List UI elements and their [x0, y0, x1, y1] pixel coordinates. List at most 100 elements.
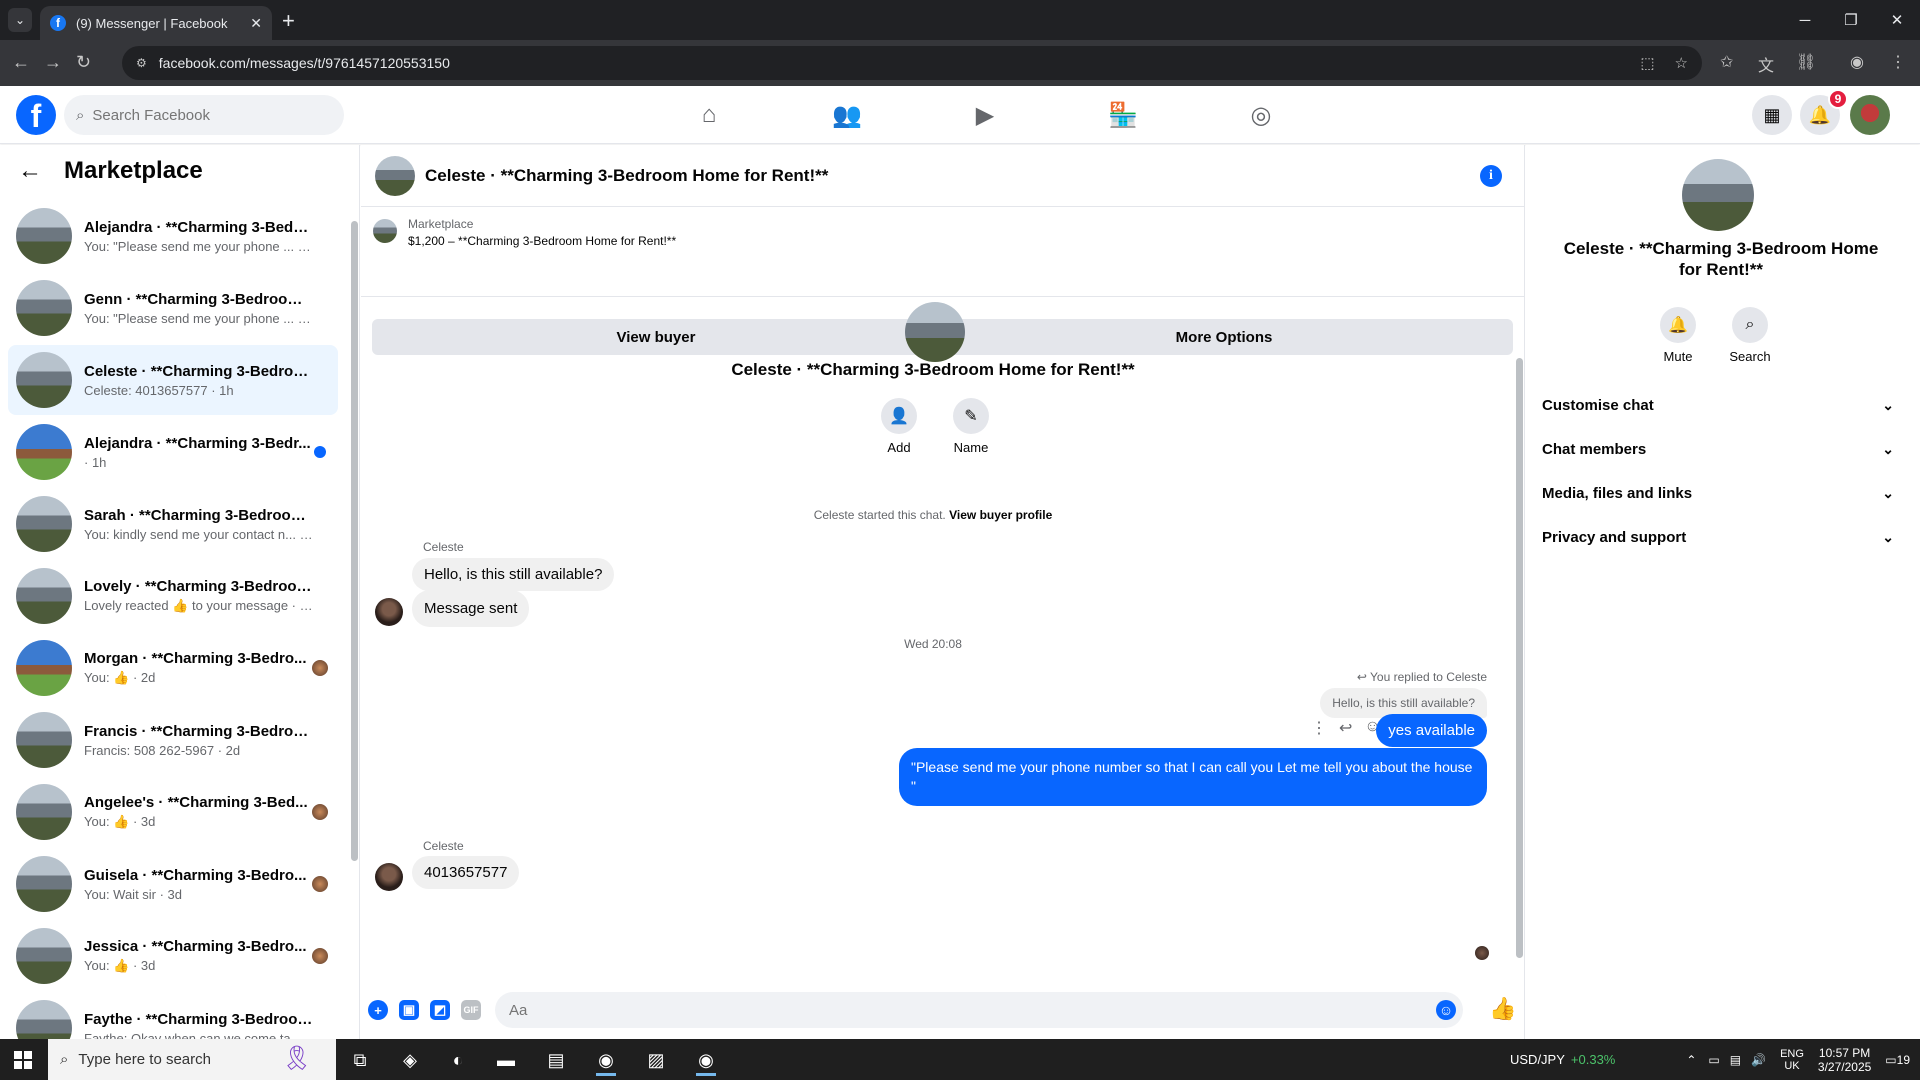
volume-icon[interactable]: 🔊: [1751, 1053, 1766, 1067]
back-arrow-icon[interactable]: ←: [18, 157, 42, 185]
menu-grid-icon[interactable]: ▦: [1752, 95, 1792, 135]
thumbs-up-icon[interactable]: 👍: [1489, 996, 1516, 1022]
windows-start-icon[interactable]: [14, 1051, 32, 1069]
minimize-icon[interactable]: ─: [1782, 0, 1828, 40]
task-view-icon[interactable]: ⧉: [340, 1044, 380, 1076]
reply-icon[interactable]: ↩: [1339, 718, 1352, 738]
message-input[interactable]: [495, 992, 1463, 1028]
gif-icon[interactable]: GIF: [461, 1000, 481, 1020]
awareness-ribbon-icon: 🎗: [281, 1045, 312, 1072]
facebook-logo-icon[interactable]: f: [16, 95, 56, 135]
listing-price[interactable]: $1,200 – **Charming 3-Bedroom Home for R…: [408, 234, 676, 248]
restore-icon[interactable]: ❐: [1828, 0, 1874, 40]
conversation-item[interactable]: Francis · **Charming 3-Bedroom... Francis…: [8, 705, 338, 775]
conversation-item[interactable]: Guisela · **Charming 3-Bedro... You: Wait…: [8, 849, 338, 919]
tab-search-chevron-icon[interactable]: ⌄: [8, 8, 32, 32]
chrome-icon[interactable]: ◉: [586, 1044, 626, 1076]
mute-action[interactable]: 🔔 Mute: [1648, 307, 1708, 364]
back-arrow-icon[interactable]: ←: [12, 52, 30, 73]
plus-icon[interactable]: +: [368, 1000, 388, 1020]
marketplace-icon[interactable]: 🏪: [1054, 86, 1192, 144]
chat-title[interactable]: Celeste · **Charming 3-Bedroom Home for …: [425, 166, 828, 186]
video-icon[interactable]: ▶: [916, 86, 1054, 144]
forward-arrow-icon[interactable]: →: [44, 52, 62, 73]
file-explorer-icon[interactable]: ▬: [486, 1044, 526, 1076]
emoji-icon[interactable]: ☺: [1436, 1000, 1456, 1020]
language-indicator[interactable]: ENG UK: [1780, 1048, 1804, 1072]
conversation-item[interactable]: Faythe · **Charming 3-Bedroom... Faythe: …: [8, 993, 338, 1039]
pencil-icon[interactable]: ✎: [953, 398, 989, 434]
view-buyer-profile-link[interactable]: View buyer profile: [949, 508, 1052, 522]
photos-icon[interactable]: ▨: [636, 1044, 676, 1076]
conversation-item[interactable]: Angelee's · **Charming 3-Bed... You: 👍 · …: [8, 777, 338, 847]
conversation-item[interactable]: Alejandra · **Charming 3-Bedr... · 1h: [8, 417, 338, 487]
address-bar[interactable]: ⚙ facebook.com/messages/t/97614571205531…: [122, 46, 1702, 80]
message-bubble-incoming[interactable]: Hello, is this still available?: [412, 558, 615, 591]
chrome-profile-icon[interactable]: ◉: [686, 1044, 726, 1076]
facebook-search[interactable]: ⌕: [64, 95, 344, 135]
name-action[interactable]: ✎ Name: [941, 398, 1001, 455]
close-tab-icon[interactable]: ✕: [250, 15, 262, 32]
account-icon[interactable]: ◉: [1850, 52, 1864, 72]
close-window-icon[interactable]: ✕: [1874, 0, 1920, 40]
conversation-item[interactable]: Sarah · **Charming 3-Bedroom ... You: kin…: [8, 489, 338, 559]
facebook-search-input[interactable]: [92, 106, 313, 124]
reload-icon[interactable]: ↻: [76, 52, 91, 73]
search-icon[interactable]: ⌕: [1732, 307, 1768, 343]
groups-icon[interactable]: ◎: [1192, 86, 1330, 144]
clock[interactable]: 10:57 PM 3/27/2025: [1818, 1046, 1871, 1074]
message-bubble-incoming[interactable]: Message sent: [412, 590, 530, 627]
home-icon[interactable]: ⌂: [640, 86, 778, 144]
chevron-up-icon[interactable]: ⌃: [1686, 1053, 1696, 1067]
site-info-icon[interactable]: ⚙: [136, 56, 147, 70]
conversation-item[interactable]: Genn · **Charming 3-Bedroom ... You: "Ple…: [8, 273, 338, 343]
sticker-icon[interactable]: ◩: [430, 1000, 450, 1020]
section-customise-chat[interactable]: Customise chat ⌄: [1540, 387, 1912, 423]
conversation-item[interactable]: Alejandra · **Charming 3-Bedro... You: "P…: [8, 201, 338, 271]
message-bubble-incoming[interactable]: 4013657577: [412, 856, 520, 889]
bookmark-star-icon[interactable]: ☆: [1675, 54, 1688, 72]
section-media-files-links[interactable]: Media, files and links ⌄: [1540, 475, 1912, 511]
sender-name: Celeste: [423, 839, 464, 853]
copilot-icon[interactable]: ◈: [390, 1044, 430, 1076]
section-privacy-support[interactable]: Privacy and support ⌄: [1540, 519, 1912, 555]
message-bubble-outgoing[interactable]: yes available: [1376, 714, 1487, 747]
menu-dots-icon[interactable]: ⋮: [1890, 52, 1906, 72]
translate-icon[interactable]: 文: [1758, 52, 1774, 76]
bell-icon[interactable]: 🔔: [1660, 307, 1696, 343]
message-bubble-outgoing[interactable]: "Please send me your phone number so tha…: [899, 748, 1487, 806]
sender-avatar[interactable]: [375, 863, 403, 891]
conversation-item[interactable]: Lovely · **Charming 3-Bedroom ... Lovely …: [8, 561, 338, 631]
store-icon[interactable]: ▤: [536, 1044, 576, 1076]
chat-scrollbar[interactable]: [1513, 300, 1525, 972]
sidebar-scrollbar[interactable]: [350, 197, 358, 1037]
add-action[interactable]: 👤 Add: [869, 398, 929, 455]
more-dots-icon[interactable]: ⋮: [1311, 718, 1327, 738]
photo-icon[interactable]: ▣: [399, 1000, 419, 1020]
install-app-icon[interactable]: ⬚: [1640, 54, 1654, 72]
section-chat-members[interactable]: Chat members ⌄: [1540, 431, 1912, 467]
add-person-icon[interactable]: 👤: [881, 398, 917, 434]
profile-avatar[interactable]: [1850, 95, 1890, 135]
conversation-name: Alejandra · **Charming 3-Bedr...: [84, 434, 311, 452]
notification-center-icon[interactable]: ▭19: [1885, 1053, 1910, 1067]
info-icon[interactable]: i: [1480, 165, 1502, 187]
taskbar-search[interactable]: ⌕ Type here to search 🎗: [48, 1039, 336, 1080]
device-icon[interactable]: ▭: [1708, 1053, 1719, 1067]
conversation-item[interactable]: Celeste · **Charming 3-Bedroo... Celeste:…: [8, 345, 338, 415]
browser-tab[interactable]: f (9) Messenger | Facebook ✕: [40, 6, 272, 40]
listing-thumbnail[interactable]: [373, 219, 397, 243]
network-icon[interactable]: ▤: [1730, 1053, 1741, 1067]
edge-icon[interactable]: ◐: [438, 1044, 478, 1076]
search-action[interactable]: ⌕ Search: [1720, 307, 1780, 364]
conversation-item[interactable]: Jessica · **Charming 3-Bedro... You: 👍 · …: [8, 921, 338, 991]
ticker-widget[interactable]: USD/JPY +0.33%: [1510, 1039, 1615, 1080]
sender-avatar[interactable]: [375, 598, 403, 626]
friends-icon[interactable]: 👥: [778, 86, 916, 144]
window-controls: ─ ❐ ✕: [1782, 0, 1920, 40]
conversation-item[interactable]: Morgan · **Charming 3-Bedro... You: 👍 · 2…: [8, 633, 338, 703]
link-icon[interactable]: ⛓: [1796, 52, 1816, 72]
chat-avatar[interactable]: [375, 155, 415, 196]
new-tab-icon[interactable]: +: [282, 8, 295, 34]
favorites-icon[interactable]: ✩: [1720, 52, 1733, 72]
